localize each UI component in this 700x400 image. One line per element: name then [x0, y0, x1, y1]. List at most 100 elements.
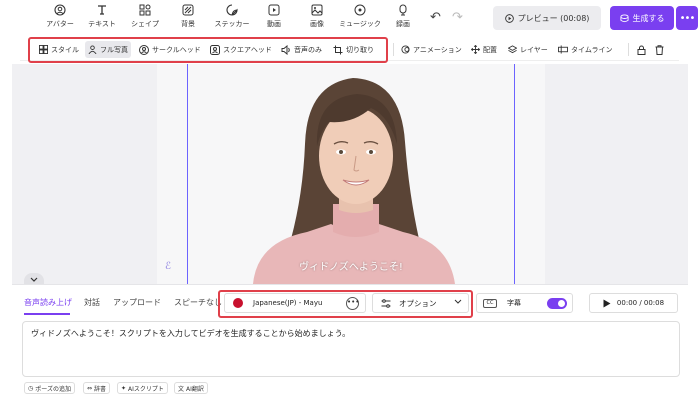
- tool-background[interactable]: 背景: [166, 4, 210, 32]
- generate-label: 生成する: [632, 13, 665, 23]
- generate-button[interactable]: 生成する: [610, 6, 674, 30]
- tool-label: ステッカー: [214, 20, 250, 28]
- circle-head-icon: [139, 44, 149, 55]
- video-icon: [268, 4, 280, 16]
- delete-button[interactable]: [652, 41, 670, 58]
- person-icon: [88, 45, 97, 54]
- timeline-icon: [558, 45, 568, 54]
- chevron-down-icon: [30, 277, 38, 282]
- toolbar-divider: [628, 43, 629, 56]
- tool-label: 録画: [396, 20, 410, 28]
- subtitle-toggle[interactable]: CC 字幕: [476, 293, 573, 313]
- tab-no-speech[interactable]: スピーチなし: [174, 297, 222, 308]
- crop-icon: [333, 45, 343, 54]
- tool-label: 背景: [181, 20, 195, 28]
- tool-text[interactable]: テキスト: [80, 4, 124, 32]
- arrange-label: 配置: [483, 45, 497, 54]
- preview-button[interactable]: プレビュー (00:08): [493, 6, 601, 30]
- circle-head-button[interactable]: サークルヘッド: [136, 41, 204, 58]
- trash-icon: [655, 44, 664, 55]
- script-input[interactable]: ヴィドノズへようこそ！スクリプトを入力してビデオを生成することから始めましょう。: [22, 321, 680, 377]
- more-options-button[interactable]: •••: [676, 6, 698, 30]
- subtitle-label: 字幕: [507, 299, 521, 307]
- lock-button[interactable]: [634, 41, 652, 58]
- redo-icon[interactable]: ↷: [452, 10, 463, 25]
- chip-label: AIスクリプト: [128, 385, 164, 393]
- tool-sticker[interactable]: ステッカー: [210, 4, 254, 32]
- layers-icon: [508, 45, 517, 54]
- speaker-icon: [281, 44, 290, 55]
- avatar-icon: [54, 4, 66, 16]
- tab-text-to-speech[interactable]: 音声読み上げ: [24, 297, 72, 308]
- tool-label: 画像: [310, 20, 324, 28]
- music-icon: [354, 4, 366, 16]
- crop-button[interactable]: 切り取り: [330, 41, 377, 58]
- voice-more-icon[interactable]: •••: [346, 297, 359, 310]
- ai-script-button[interactable]: ✦ AIスクリプト: [117, 382, 168, 394]
- tab-upload[interactable]: アップロード: [113, 297, 161, 308]
- japan-flag-icon: [233, 298, 243, 308]
- timeline-button[interactable]: タイムライン: [555, 41, 616, 58]
- option-dropdown[interactable]: オプション: [372, 293, 469, 313]
- timeline-label: タイムライン: [571, 45, 613, 54]
- video-subtitle[interactable]: ヴィドノズへようこそ!: [157, 258, 545, 273]
- background-icon: [182, 4, 194, 16]
- animation-icon: [401, 45, 410, 54]
- top-toolbar: アバター テキスト シェイプ 背景 ステッカー 動画 画像 ミュージック 録画 …: [0, 0, 700, 36]
- animation-label: アニメーション: [413, 45, 462, 54]
- full-photo-label: フル写真: [100, 45, 128, 54]
- text-icon: [96, 4, 108, 16]
- tool-record[interactable]: 録画: [381, 4, 425, 32]
- option-label: オプション: [399, 298, 437, 308]
- dictionary-icon: ⇔: [87, 384, 93, 392]
- play-icon[interactable]: [603, 299, 611, 308]
- full-photo-button[interactable]: フル写真: [85, 41, 131, 58]
- play-circle-icon: [504, 13, 514, 23]
- voice-label: Japanese(JP) - Mayu: [253, 299, 323, 307]
- chip-label: AI翻訳: [186, 385, 204, 393]
- avatar-image[interactable]: [157, 64, 545, 284]
- tool-music[interactable]: ミュージック: [338, 4, 382, 32]
- voice-only-button[interactable]: 音声のみ: [278, 41, 325, 58]
- ai-translate-button[interactable]: 文 AI翻訳: [174, 382, 208, 394]
- video-stage[interactable]: [157, 64, 545, 284]
- style-button[interactable]: スタイル: [36, 41, 82, 58]
- arrange-button[interactable]: 配置: [468, 41, 500, 58]
- record-icon: [397, 4, 409, 16]
- tool-label: シェイプ: [131, 20, 159, 28]
- tab-dialogue[interactable]: 対話: [84, 297, 100, 308]
- active-tab-indicator: [24, 313, 70, 315]
- shape-icon: [139, 4, 151, 16]
- sticker-icon: [226, 4, 238, 16]
- move-icon: [471, 45, 480, 54]
- audio-play-control[interactable]: 00:00 / 00:08: [589, 293, 678, 313]
- chip-label: 辞書: [94, 385, 107, 393]
- subtitle-switch[interactable]: [547, 298, 567, 309]
- preview-label: プレビュー (00:08): [517, 13, 590, 23]
- clock-icon: ◷: [28, 384, 34, 392]
- tool-image[interactable]: 画像: [295, 4, 339, 32]
- layer-button[interactable]: レイヤー: [505, 41, 551, 58]
- undo-icon[interactable]: ↶: [430, 10, 441, 25]
- voice-selector[interactable]: Japanese(JP) - Mayu •••: [224, 293, 366, 313]
- translate-icon: 文: [178, 385, 185, 393]
- square-head-button[interactable]: スクエアヘッド: [207, 41, 275, 58]
- tool-shape[interactable]: シェイプ: [123, 4, 167, 32]
- square-head-icon: [210, 44, 220, 55]
- lock-icon: [637, 45, 646, 55]
- tool-video[interactable]: 動画: [252, 4, 296, 32]
- add-pause-button[interactable]: ◷ ポーズの追加: [24, 382, 75, 394]
- dictionary-button[interactable]: ⇔ 辞書: [83, 382, 111, 394]
- tool-avatar[interactable]: アバター: [38, 4, 82, 32]
- tool-label: ミュージック: [339, 20, 381, 28]
- circle-head-label: サークルヘッド: [152, 45, 201, 54]
- tool-label: 動画: [267, 20, 281, 28]
- chip-label: ポーズの追加: [35, 385, 71, 393]
- style-label: スタイル: [51, 45, 79, 54]
- layers-icon: [619, 13, 629, 22]
- play-time: 00:00 / 00:08: [616, 299, 665, 307]
- voice-only-label: 音声のみ: [294, 45, 322, 54]
- square-head-label: スクエアヘッド: [223, 45, 272, 54]
- animation-button[interactable]: アニメーション: [398, 41, 465, 58]
- sparkle-icon: ✦: [121, 384, 127, 392]
